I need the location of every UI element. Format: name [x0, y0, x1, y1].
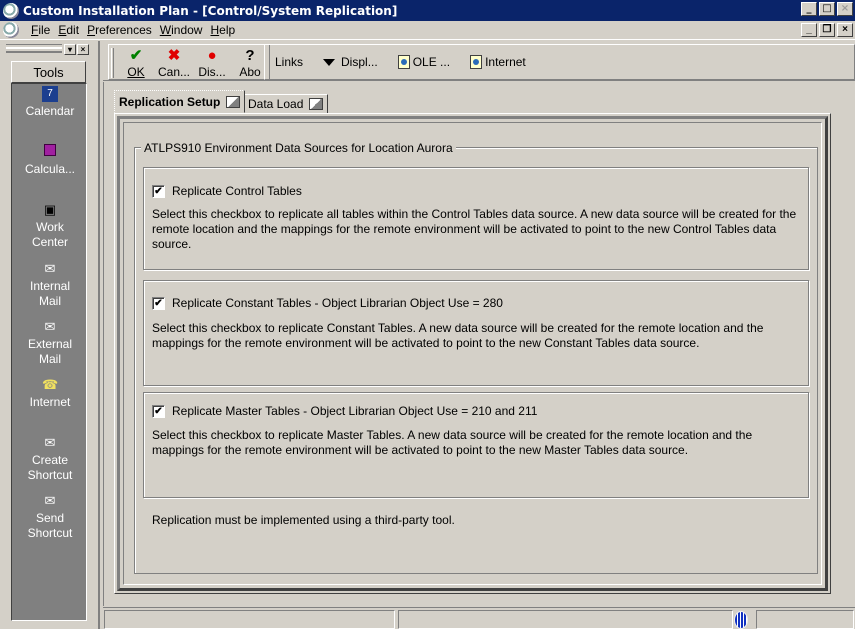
title-bar: Custom Installation Plan - [Control/Syst… — [0, 0, 855, 21]
status-cell-right — [756, 610, 854, 629]
form-actions-group: ✔ OK ✖ Can... ● Dis... ? Abo — [108, 44, 270, 80]
checkmark-icon: ✔ — [129, 47, 143, 64]
sidebar-close-button[interactable]: × — [77, 44, 89, 55]
menu-bar: File Edit Preferences Window Help _ ❐ × — [0, 21, 855, 40]
replicate-constant-tables-checkbox[interactable]: ✔ — [152, 296, 165, 310]
shortcut-icon: ✉ — [44, 435, 56, 450]
menu-file[interactable]: File — [31, 23, 50, 37]
cancel-button[interactable]: ✖ Can... — [155, 45, 193, 79]
section-description: Select this checkbox to replicate Master… — [152, 428, 753, 457]
child-close-button[interactable]: × — [837, 23, 853, 37]
replicate-master-tables-checkbox[interactable]: ✔ — [152, 404, 165, 418]
child-minimize-button[interactable]: _ — [801, 23, 817, 37]
footnote-text: Replication must be implemented using a … — [152, 513, 455, 527]
tool-internet[interactable]: ☎ Internet — [12, 377, 88, 410]
close-button[interactable]: × — [837, 2, 853, 16]
status-cell-main — [104, 610, 395, 629]
group-title: ATLPS910 Environment Data Sources for Lo… — [141, 141, 456, 155]
shortcut-icon: ✉ — [44, 493, 56, 508]
maximize-button[interactable]: □ — [819, 2, 835, 16]
menu-window[interactable]: Window — [160, 23, 203, 37]
work-center-icon: ▣ — [43, 202, 57, 217]
toolbar: ✔ OK ✖ Can... ● Dis... ? Abo Links Displ… — [103, 41, 855, 81]
minimize-button[interactable]: _ — [801, 2, 817, 16]
ole-link[interactable]: OLE ... — [397, 55, 450, 69]
tool-create-shortcut[interactable]: ✉ Create Shortcut — [12, 435, 88, 483]
tool-internal-mail[interactable]: ✉ Internal Mail — [12, 261, 88, 309]
window-title: Custom Installation Plan - [Control/Syst… — [23, 3, 398, 18]
status-globe-icon — [734, 611, 748, 629]
cancel-icon: ✖ — [167, 47, 181, 64]
display-dropdown[interactable]: Displ... — [323, 55, 378, 69]
tab-panel: ATLPS910 Environment Data Sources for Lo… — [114, 113, 831, 594]
checkbox-label: Replicate Master Tables - Object Librari… — [172, 404, 538, 418]
tool-calendar[interactable]: 7 Calendar — [12, 86, 88, 119]
tool-external-mail[interactable]: ✉ External Mail — [12, 319, 88, 367]
tab-replication-setup[interactable]: Replication Setup — [114, 90, 246, 113]
tool-work-center[interactable]: ▣ Work Center — [12, 202, 88, 250]
section-description: Select this checkbox to replicate all ta… — [152, 207, 797, 251]
internet-link[interactable]: Internet — [470, 55, 526, 69]
menu-help[interactable]: Help — [210, 23, 235, 37]
replicate-control-tables-checkbox[interactable]: ✔ — [152, 184, 165, 198]
dropdown-arrow-icon — [323, 58, 336, 66]
tab-page-icon — [226, 95, 241, 108]
ok-button[interactable]: ✔ OK — [117, 45, 155, 79]
tools-header-button[interactable]: Tools — [11, 61, 86, 83]
tools-panel: 7 Calendar Calcula... ▣ Work Center ✉ In… — [11, 83, 87, 621]
sidebar-grip-lines[interactable] — [6, 47, 62, 53]
toolbar-grip[interactable] — [111, 48, 114, 78]
tool-send-shortcut[interactable]: ✉ Send Shortcut — [12, 493, 88, 541]
child-restore-button[interactable]: ❐ — [819, 23, 835, 37]
links-group: Links Displ... OLE ... Internet — [264, 44, 855, 80]
tools-sidebar: ▾ × Tools 7 Calendar Calcula... ▣ Work C… — [0, 41, 100, 629]
mail-icon: ✉ — [44, 261, 56, 276]
sidebar-grip[interactable] — [6, 44, 62, 46]
tab-data-load[interactable]: Data Load — [243, 94, 329, 114]
links-label: Links — [275, 55, 304, 69]
control-tables-section: ✔ Replicate Control Tables Select this c… — [143, 167, 809, 270]
section-description: Select this checkbox to replicate Consta… — [152, 321, 764, 350]
data-sources-group: ATLPS910 Environment Data Sources for Lo… — [134, 141, 818, 574]
mail-icon: ✉ — [44, 319, 56, 334]
checkbox-label: Replicate Control Tables — [172, 184, 302, 198]
display-icon: ● — [207, 47, 217, 64]
document-globe-icon[interactable] — [3, 22, 19, 38]
phone-icon: ☎ — [42, 377, 59, 392]
menu-edit[interactable]: Edit — [58, 23, 79, 37]
constant-tables-section: ✔ Replicate Constant Tables - Object Lib… — [143, 280, 809, 386]
form-content: Replication Setup Data Load ATLPS910 Env… — [103, 82, 855, 606]
status-bar — [103, 607, 855, 629]
checkbox-label: Replicate Constant Tables - Object Libra… — [172, 296, 503, 310]
tab-page-icon — [309, 98, 324, 110]
internet-document-icon — [470, 55, 483, 69]
ole-document-icon — [397, 55, 410, 69]
menu-preferences[interactable]: Preferences — [87, 23, 152, 37]
app-globe-icon — [3, 2, 19, 19]
sidebar-dropdown-button[interactable]: ▾ — [64, 44, 76, 55]
status-cell-secondary — [398, 610, 733, 629]
calculator-icon — [44, 144, 56, 156]
tool-calculator[interactable]: Calcula... — [12, 144, 88, 177]
calendar-icon: 7 — [42, 86, 58, 102]
master-tables-section: ✔ Replicate Master Tables - Object Libra… — [143, 392, 809, 498]
display-button[interactable]: ● Dis... — [193, 45, 231, 79]
